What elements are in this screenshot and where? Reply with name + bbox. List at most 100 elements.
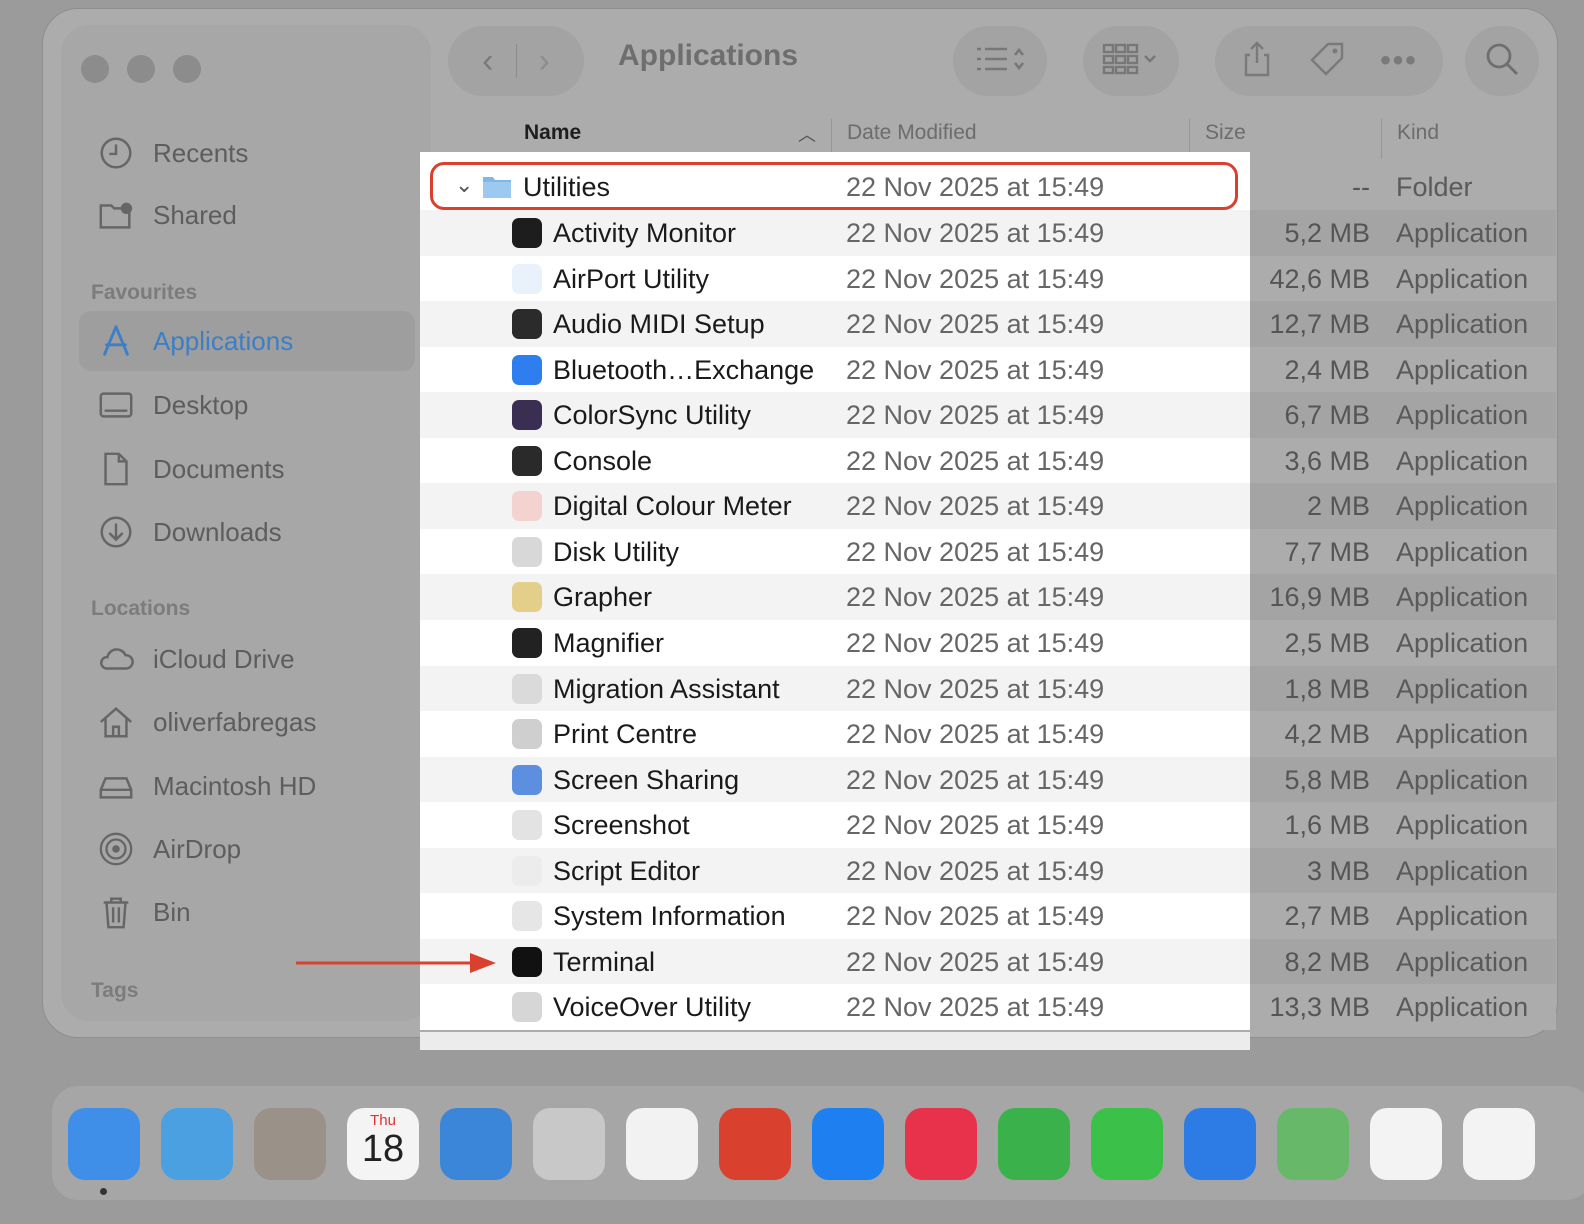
row-size: 3 MB	[1306, 855, 1370, 886]
row-backdrop	[420, 893, 1250, 940]
forward-button[interactable]: ›	[539, 42, 550, 81]
table-row[interactable]: Grapher 22 Nov 2025 at 15:49 16,9 MB Applic…	[0, 574, 1584, 621]
row-date: 22 Nov 2025 at 15:49	[846, 309, 1105, 340]
row-size: 8,2 MB	[1284, 946, 1370, 977]
app-icon	[512, 901, 542, 932]
minimize-window-button[interactable]	[127, 55, 155, 83]
table-row[interactable]: Magnifier 22 Nov 2025 at 15:49 2,5 MB Appli…	[0, 619, 1584, 666]
row-name: Console	[553, 445, 653, 476]
row-kind: Application	[1396, 719, 1529, 750]
table-row[interactable]: Screenshot 22 Nov 2025 at 15:49 1,6 MB Appl…	[0, 802, 1584, 849]
table-row[interactable]: VoiceOver Utility 22 Nov 2025 at 15:49 13,…	[0, 984, 1584, 1031]
photos-icon[interactable]	[1370, 1108, 1442, 1180]
table-row[interactable]: Migration Assistant 22 Nov 2025 at 15:49 1…	[0, 665, 1584, 712]
finder-icon[interactable]	[68, 1108, 140, 1180]
row-date: 22 Nov 2025 at 15:49	[846, 582, 1105, 613]
search-button[interactable]	[1465, 26, 1539, 96]
row-name: Grapher	[553, 582, 653, 613]
row-size: 16,9 MB	[1269, 582, 1370, 613]
reminders-icon[interactable]	[626, 1108, 698, 1180]
row-backdrop	[420, 619, 1250, 666]
row-date: 22 Nov 2025 at 15:49	[846, 354, 1105, 385]
app-icon	[512, 536, 542, 567]
app-icon	[512, 627, 542, 658]
app-icon	[512, 309, 542, 340]
row-kind: Application	[1396, 901, 1529, 932]
launchpad-icon[interactable]	[533, 1108, 605, 1180]
row-name: Print Centre	[553, 719, 698, 750]
column-header-date-modified[interactable]: Date Modified	[847, 121, 977, 145]
table-row[interactable]: Print Centre 22 Nov 2025 at 15:49 4,2 MB Ap…	[0, 711, 1584, 758]
window-title: Applications	[618, 39, 799, 72]
app-icon	[512, 673, 542, 704]
nav-divider	[515, 44, 517, 78]
row-kind: Application	[1396, 400, 1529, 431]
column-divider[interactable]	[1381, 119, 1382, 159]
table-row[interactable]: Digital Colour Meter 22 Nov 2025 at 15:49…	[0, 483, 1584, 530]
messages-icon[interactable]	[1091, 1108, 1163, 1180]
row-kind: Application	[1396, 218, 1529, 248]
table-row[interactable]: AirPort Utility 22 Nov 2025 at 15:49 42,6 …	[0, 255, 1584, 302]
row-backdrop	[420, 210, 1250, 256]
row-kind: Application	[1396, 855, 1529, 886]
row-kind: Application	[1396, 263, 1529, 294]
row-size: 13,3 MB	[1269, 992, 1370, 1023]
row-name: Screenshot	[553, 810, 690, 841]
app-store-icon[interactable]	[812, 1108, 884, 1180]
table-row[interactable]: System Information 22 Nov 2025 at 15:49 2,…	[0, 893, 1584, 940]
back-button[interactable]: ‹	[482, 42, 493, 81]
table-row[interactable]: Terminal 22 Nov 2025 at 15:49 8,2 MB Applic…	[0, 938, 1584, 985]
column-header-kind[interactable]: Kind	[1397, 121, 1439, 145]
table-row[interactable]: Activity Monitor 22 Nov 2025 at 15:49 5,2 …	[0, 210, 1584, 256]
row-backdrop	[420, 847, 1250, 894]
app-icon	[512, 491, 542, 522]
zoom-window-button[interactable]	[173, 55, 201, 83]
rocket-app-icon[interactable]	[719, 1108, 791, 1180]
table-row[interactable]: Bluetooth…Exchange 22 Nov 2025 at 15:49 2,…	[0, 346, 1584, 393]
row-kind: Application	[1396, 627, 1529, 658]
phone-icon[interactable]	[998, 1108, 1070, 1180]
row-date: 22 Nov 2025 at 15:49	[846, 810, 1105, 841]
row-size: 5,8 MB	[1284, 764, 1370, 795]
column-header-size[interactable]: Size	[1205, 121, 1246, 145]
table-row[interactable]: Console 22 Nov 2025 at 15:49 3,6 MB Applica…	[0, 437, 1584, 484]
row-name: VoiceOver Utility	[553, 992, 752, 1023]
maps-icon[interactable]	[1277, 1108, 1349, 1180]
row-name: ColorSync Utility	[553, 400, 752, 431]
opera-icon[interactable]	[1463, 1108, 1535, 1180]
table-row[interactable]: ColorSync Utility 22 Nov 2025 at 15:49 6,7…	[0, 392, 1584, 439]
table-row[interactable]: Screen Sharing 22 Nov 2025 at 15:49 5,8 MB…	[0, 756, 1584, 803]
app-icon	[512, 445, 542, 476]
share-icon[interactable]	[1240, 40, 1274, 82]
close-window-button[interactable]	[81, 55, 109, 83]
group-by-button[interactable]	[1083, 26, 1179, 96]
row-name: Migration Assistant	[553, 673, 780, 704]
app-icon	[512, 263, 542, 294]
row-name: AirPort Utility	[553, 263, 710, 294]
tag-icon[interactable]	[1308, 40, 1346, 83]
mail-icon[interactable]	[1184, 1108, 1256, 1180]
row-backdrop	[420, 437, 1250, 484]
column-header-name[interactable]: Name	[524, 121, 581, 145]
row-backdrop	[420, 392, 1250, 439]
row-name: Disk Utility	[553, 536, 679, 567]
safari-icon[interactable]	[440, 1108, 512, 1180]
contacts-icon[interactable]	[254, 1108, 326, 1180]
row-name: Magnifier	[553, 627, 665, 658]
row-kind: Application	[1396, 992, 1529, 1023]
row-backdrop	[420, 711, 1250, 758]
mk-app-icon[interactable]	[161, 1108, 233, 1180]
music-icon[interactable]	[905, 1108, 977, 1180]
table-row[interactable]: Disk Utility 22 Nov 2025 at 15:49 7,7 MB Ap…	[0, 528, 1584, 575]
row-kind: Application	[1396, 491, 1529, 522]
calendar-icon[interactable]: Thu 18	[347, 1108, 419, 1180]
table-row[interactable]: Audio MIDI Setup 22 Nov 2025 at 15:49 12,7…	[0, 301, 1584, 348]
row-date: 22 Nov 2025 at 15:49	[846, 627, 1105, 658]
row-backdrop	[420, 528, 1250, 575]
more-icon[interactable]: •••	[1380, 44, 1418, 78]
list-view-button[interactable]	[953, 26, 1047, 96]
table-row[interactable]: Script Editor 22 Nov 2025 at 15:49 3 MB App…	[0, 847, 1584, 894]
row-backdrop	[420, 483, 1250, 530]
row-kind: Application	[1396, 536, 1529, 567]
row-backdrop	[420, 802, 1250, 849]
